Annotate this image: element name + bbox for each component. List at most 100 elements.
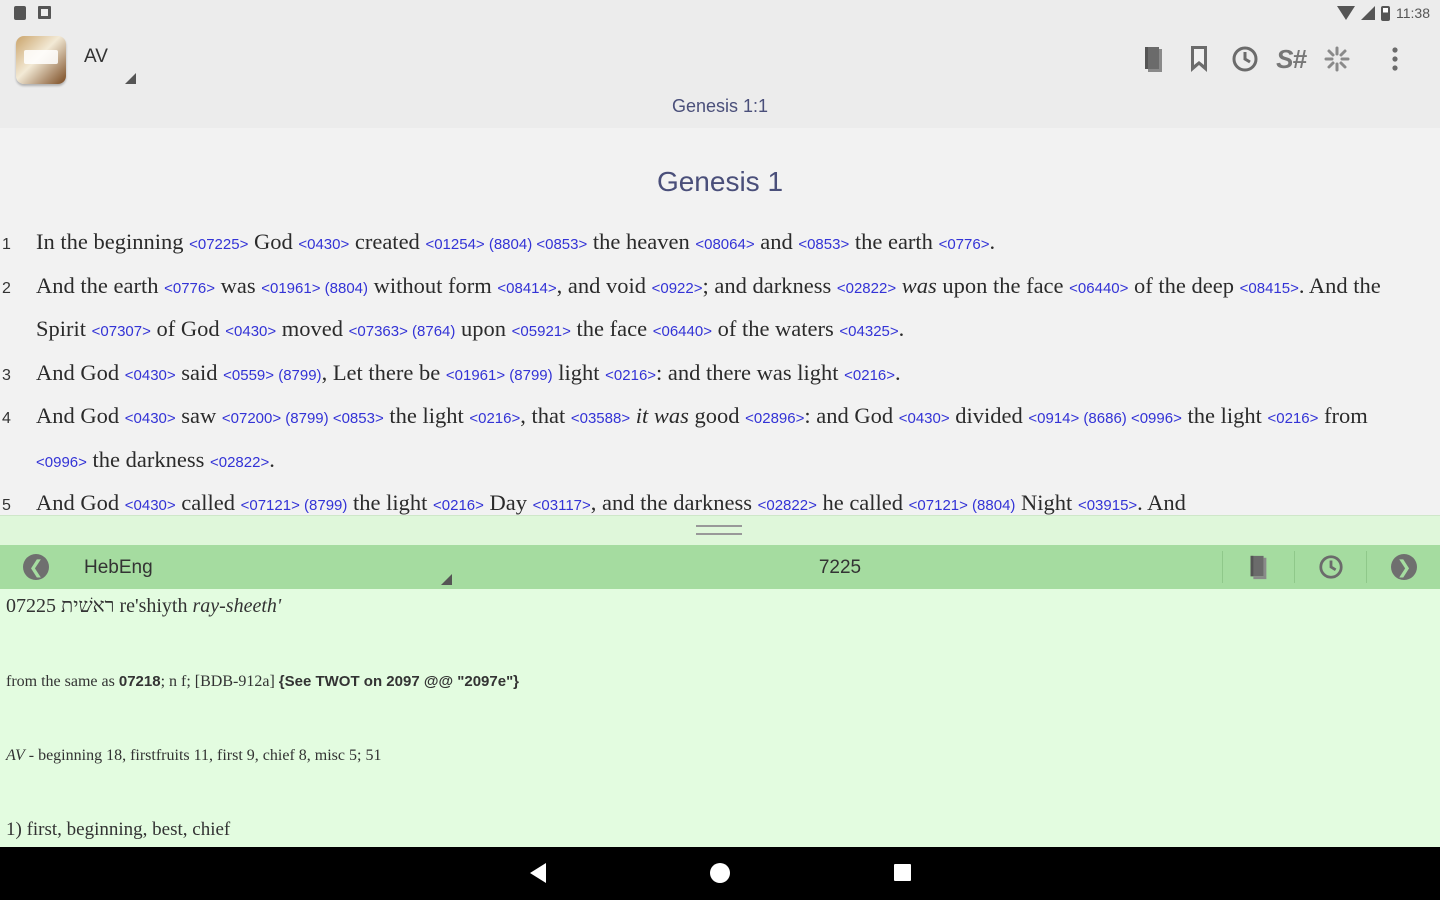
dictionary-choose-button[interactable] [1243, 553, 1273, 581]
bible-text-pane[interactable]: Genesis 1 1 In the beginning <07225> God … [0, 128, 1440, 515]
verse-text: Day [483, 490, 533, 515]
dictionary-key[interactable]: 7225 [740, 557, 940, 579]
verse-text: the light [347, 490, 433, 515]
verse-italic-text: it was [635, 403, 689, 428]
strongs-link[interactable]: <07363> (8764) [349, 323, 456, 340]
strongs-link[interactable]: <02822> [837, 280, 896, 297]
verse-text: the face [570, 316, 653, 341]
strongs-link[interactable]: <0430> [125, 410, 176, 427]
strongs-link[interactable]: <07121> (8799) [241, 497, 348, 514]
strongs-link[interactable]: <02896> [745, 410, 804, 427]
verse[interactable]: 4 And God <0430> saw <07200> (8799) <0853… [0, 396, 1440, 483]
strongs-link[interactable]: <0216> [844, 367, 895, 384]
derivation-ref-link[interactable]: 07218 [119, 673, 161, 690]
toolbar-divider [1366, 551, 1367, 583]
strongs-link[interactable]: <0922> [652, 280, 703, 297]
nav-recents-icon[interactable] [894, 864, 911, 881]
strongs-link[interactable]: <07200> (8799) <0853> [222, 410, 384, 427]
overflow-menu-button[interactable] [1372, 44, 1418, 74]
strongs-link[interactable]: <0430> [225, 323, 276, 340]
bible-version-spinner[interactable]: AV [84, 46, 140, 86]
verse-text: said [175, 359, 224, 385]
strongs-link[interactable]: <0853> [798, 236, 849, 253]
dictionary-headword: 07225 ראשׁית re'shiyth ray-sheeth' [6, 595, 281, 618]
verse[interactable]: 1 In the beginning <07225> God <0430> cre… [0, 222, 1440, 266]
strongs-link[interactable]: <01961> (8799) [446, 367, 553, 384]
bible-version-label: AV [84, 46, 108, 67]
strongs-link[interactable]: <0430> [899, 410, 950, 427]
strongs-link[interactable]: <0559> (8799) [223, 367, 321, 384]
strongs-link[interactable]: <0776> [939, 236, 990, 253]
av-usage-text: - beginning 18, firstfruits 11, first 9,… [24, 747, 382, 764]
dictionary-forward-button[interactable]: ❯ [1391, 554, 1417, 580]
strongs-link[interactable]: <02822> [758, 497, 817, 514]
strongs-link[interactable]: <08415> [1240, 280, 1299, 297]
verse-text: saw [175, 403, 222, 428]
speak-button[interactable] [1314, 44, 1360, 74]
verse-text: good [688, 403, 746, 428]
strongs-link[interactable]: <0216> [605, 367, 656, 384]
history-button[interactable] [1222, 44, 1268, 74]
strongs-link[interactable]: <0430> [125, 367, 176, 384]
strongs-link[interactable]: <0216> [433, 497, 484, 514]
drag-handle-icon[interactable] [696, 525, 742, 535]
strongs-link[interactable]: <07121> (8804) [909, 497, 1016, 514]
strongs-link[interactable]: <0776> [164, 280, 215, 297]
strongs-link[interactable]: <04325> [839, 323, 898, 340]
strongs-link[interactable]: <03588> [571, 410, 630, 427]
current-reference[interactable]: Genesis 1:1 [0, 96, 1440, 117]
strongs-link[interactable]: <0996> [36, 454, 87, 471]
bookmark-icon [1191, 46, 1207, 72]
notification-icons [14, 6, 51, 20]
dictionary-module-spinner[interactable]: HebEng [72, 545, 456, 589]
verse-text: he called [816, 490, 909, 515]
history-icon [1319, 555, 1343, 579]
dictionary-content-pane[interactable]: 07225 ראשׁית re'shiyth ray-sheeth' from … [0, 589, 1440, 847]
verse-text: And the earth [36, 272, 165, 298]
verse-text: : and God [804, 403, 899, 428]
strongs-link[interactable]: <08064> [695, 236, 754, 253]
strongs-link[interactable]: <08414> [497, 280, 556, 297]
verse[interactable]: 2 And the earth <0776> was <01961> (8804)… [0, 266, 1440, 353]
verse-text: without form [368, 272, 498, 298]
verse-text: , Let there be [321, 359, 446, 385]
verse[interactable]: 5 And God <0430> called <07121> (8799) th… [0, 483, 1440, 515]
verse[interactable]: 3 And God <0430> said <0559> (8799), Let … [0, 353, 1440, 397]
verse-text: And God [36, 403, 125, 428]
strongs-link[interactable]: <07225> [189, 236, 248, 253]
dictionary-back-button[interactable]: ❮ [23, 554, 49, 580]
split-divider[interactable] [0, 515, 1440, 545]
strongs-link[interactable]: <0216> [1267, 410, 1318, 427]
strongs-link[interactable]: <01961> (8804) [261, 280, 368, 297]
verse-italic-text: was [901, 272, 937, 298]
verse-text: God [248, 229, 299, 254]
strongs-link[interactable]: <03915> [1078, 497, 1137, 514]
choose-document-button[interactable] [1130, 44, 1176, 74]
nav-back-icon[interactable] [530, 863, 546, 883]
strongs-link[interactable]: <06440> [1069, 280, 1128, 297]
verse-text: , that [520, 403, 571, 428]
strongs-number: 07225 [6, 595, 56, 617]
strongs-link[interactable]: <05921> [512, 323, 571, 340]
av-prefix: AV [6, 747, 25, 764]
verse-text: And God [36, 490, 125, 515]
bookmarks-button[interactable] [1176, 44, 1222, 74]
strongs-link[interactable]: <02822> [210, 454, 269, 471]
verse-text: , and void [556, 272, 652, 298]
overflow-menu-icon [1392, 47, 1398, 71]
strongs-link[interactable]: <03117> [533, 497, 591, 514]
strongs-toggle-button[interactable]: S# [1268, 44, 1314, 74]
strongs-link[interactable]: <01254> (8804) <0853> [425, 236, 587, 253]
strongs-link[interactable]: <07307> [92, 323, 151, 340]
verse-text: In the beginning [36, 229, 190, 254]
strongs-link[interactable]: <0430> [298, 236, 349, 253]
nav-home-icon[interactable] [710, 863, 730, 883]
strongs-link[interactable]: <06440> [653, 323, 712, 340]
app-logo-icon[interactable] [16, 36, 66, 84]
verse-number: 3 [2, 366, 11, 384]
strongs-link[interactable]: <0430> [125, 497, 176, 514]
toolbar: S# [1130, 44, 1418, 74]
dictionary-history-button[interactable] [1316, 553, 1346, 581]
strongs-link[interactable]: <0914> (8686) <0996> [1028, 410, 1181, 427]
strongs-link[interactable]: <0216> [469, 410, 520, 427]
